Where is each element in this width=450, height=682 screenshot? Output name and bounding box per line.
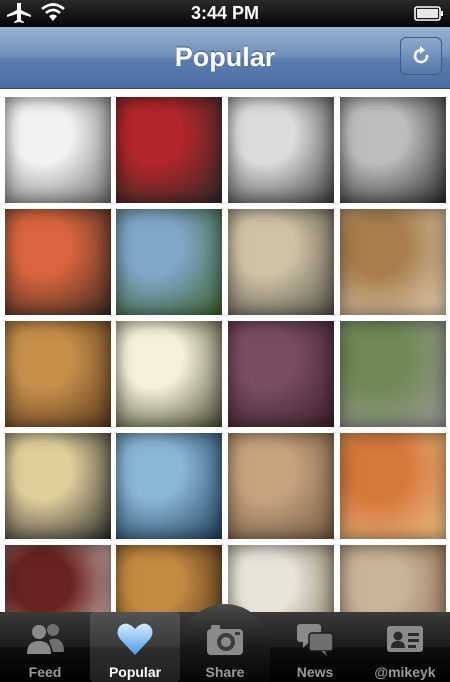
photo-thumbnail[interactable]: [228, 97, 334, 203]
tab-popular-label: Popular: [108, 664, 162, 680]
tab-feed[interactable]: Feed: [0, 612, 90, 682]
photo-thumbnail[interactable]: [228, 321, 334, 427]
tab-profile-label: @mikeyk: [374, 664, 436, 680]
profile-card-icon: [387, 626, 423, 652]
photo-thumbnail[interactable]: [228, 545, 334, 612]
photo-thumbnail[interactable]: [116, 433, 222, 539]
tab-share-label: Share: [205, 664, 245, 680]
page-title: Popular: [174, 42, 276, 72]
photo-thumbnail[interactable]: [340, 209, 446, 315]
photo-thumbnail[interactable]: [5, 97, 111, 203]
navigation-bar: Popular: [0, 27, 450, 89]
tab-bar: Feed Popular Share News @mikeyk: [0, 604, 450, 682]
photo-thumbnail[interactable]: [5, 545, 111, 612]
refresh-button[interactable]: [400, 37, 442, 75]
photo-thumbnail[interactable]: [116, 97, 222, 203]
photo-thumbnail[interactable]: [340, 97, 446, 203]
photo-thumbnail[interactable]: [340, 321, 446, 427]
refresh-icon: [413, 46, 429, 64]
photo-thumbnail[interactable]: [5, 433, 111, 539]
status-bar: 3:44 PM: [0, 0, 450, 27]
photo-grid: [0, 89, 450, 612]
photo-thumbnail[interactable]: [116, 209, 222, 315]
camera-icon: [207, 625, 243, 655]
status-time: 3:44 PM: [190, 3, 260, 23]
tab-share[interactable]: Share: [180, 612, 270, 682]
tab-profile[interactable]: @mikeyk: [360, 612, 450, 682]
tab-popular[interactable]: Popular: [90, 612, 180, 682]
photo-thumbnail[interactable]: [5, 209, 111, 315]
tab-feed-label: Feed: [28, 664, 62, 680]
photo-thumbnail[interactable]: [116, 321, 222, 427]
tab-news-label: News: [296, 664, 334, 680]
photo-thumbnail[interactable]: [340, 545, 446, 612]
battery-icon: [414, 6, 443, 21]
heart-icon: [117, 623, 153, 655]
people-icon: [27, 624, 64, 654]
tab-news[interactable]: News: [270, 612, 360, 682]
photo-thumbnail[interactable]: [116, 545, 222, 612]
photo-thumbnail[interactable]: [340, 433, 446, 539]
photo-thumbnail[interactable]: [228, 433, 334, 539]
speech-bubbles-icon: [297, 624, 334, 656]
photo-thumbnail[interactable]: [5, 321, 111, 427]
photo-thumbnail[interactable]: [228, 209, 334, 315]
